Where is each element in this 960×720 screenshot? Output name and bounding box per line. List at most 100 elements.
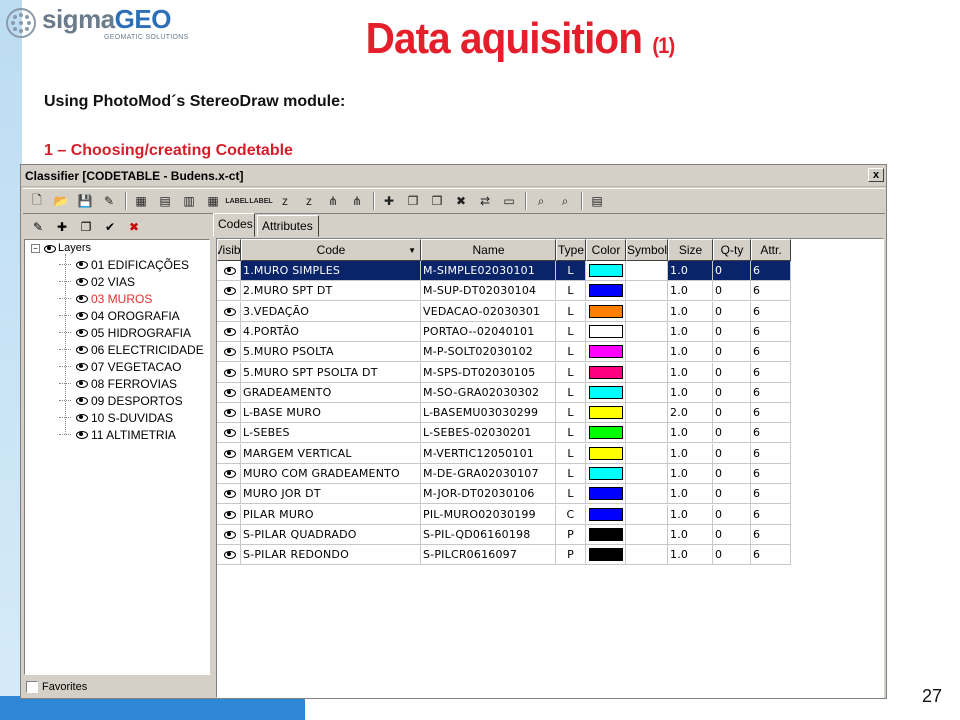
table-cell-code[interactable]: MURO COM GRADEAMENTO bbox=[241, 464, 421, 484]
color-swatch[interactable] bbox=[588, 365, 623, 379]
table-cell-symbol[interactable] bbox=[626, 484, 668, 505]
eye-icon[interactable] bbox=[223, 286, 236, 296]
table-cell-symbol[interactable] bbox=[626, 524, 668, 545]
close-button[interactable]: x bbox=[868, 168, 884, 182]
table-cell-qty[interactable]: 0 bbox=[713, 443, 751, 464]
table-cell-type[interactable]: P bbox=[556, 545, 586, 566]
table-cell-attr[interactable]: 6 bbox=[751, 342, 791, 363]
table-cell-size[interactable]: 1.0 bbox=[668, 443, 713, 464]
table-cell-size[interactable]: 1.0 bbox=[668, 504, 713, 525]
table-cell-visibility[interactable] bbox=[217, 403, 241, 424]
label-alt-icon[interactable]: LABEL bbox=[249, 191, 272, 211]
table-cell-visibility[interactable] bbox=[217, 301, 241, 322]
table-cell-symbol[interactable] bbox=[626, 321, 668, 342]
color-swatch[interactable] bbox=[588, 446, 623, 460]
table-cell-color[interactable] bbox=[586, 342, 626, 363]
table-cell-symbol[interactable] bbox=[626, 382, 668, 403]
column-header-size[interactable]: Size bbox=[668, 239, 713, 261]
table-cell-color[interactable] bbox=[586, 382, 626, 403]
tree-icon[interactable]: ⋔ bbox=[323, 191, 343, 211]
table-cell-visibility[interactable] bbox=[217, 281, 241, 302]
table-cell-symbol[interactable] bbox=[626, 261, 668, 281]
table-cell-code[interactable]: MARGEM VERTICAL bbox=[241, 443, 421, 464]
table-cell-attr[interactable]: 6 bbox=[751, 484, 791, 505]
column-header-color[interactable]: Color bbox=[586, 239, 626, 261]
table-cell-visibility[interactable] bbox=[217, 261, 241, 281]
tree-layer-item[interactable]: 04 OROGRAFIA bbox=[59, 307, 180, 324]
table-cell-name[interactable]: L-BASEMU03030299 bbox=[421, 403, 556, 424]
table-cell-code[interactable]: S-PILAR REDONDO bbox=[241, 545, 421, 566]
color-swatch[interactable] bbox=[588, 406, 623, 420]
tree-layer-item[interactable]: 08 FERROVIAS bbox=[59, 375, 177, 392]
save-icon[interactable]: 💾 bbox=[75, 191, 95, 211]
edit-icon[interactable]: ✎ bbox=[99, 191, 119, 211]
eye-icon[interactable] bbox=[223, 469, 236, 478]
eye-icon[interactable] bbox=[75, 260, 88, 269]
table-cell-type[interactable]: L bbox=[556, 362, 586, 383]
table-cell-visibility[interactable] bbox=[217, 362, 241, 383]
table-cell-color[interactable] bbox=[586, 545, 626, 566]
table-cell-visibility[interactable] bbox=[217, 443, 241, 464]
tree-layer-item[interactable]: 06 ELECTRICIDADE bbox=[59, 341, 204, 358]
tree-alt-icon[interactable]: ⋔ bbox=[347, 191, 367, 211]
layer-delete-icon[interactable]: ✖ bbox=[123, 217, 145, 237]
table-cell-color[interactable] bbox=[586, 321, 626, 342]
table-cell-type[interactable]: L bbox=[556, 484, 586, 505]
tree-layer-item[interactable]: 03 MUROS bbox=[59, 290, 152, 307]
table-cell-qty[interactable]: 0 bbox=[713, 281, 751, 302]
table-cell-attr[interactable]: 6 bbox=[751, 261, 791, 281]
tab-attributes[interactable]: Attributes bbox=[257, 215, 319, 237]
table-cell-type[interactable]: C bbox=[556, 504, 586, 525]
table-cell-qty[interactable]: 0 bbox=[713, 464, 751, 484]
view-icon[interactable]: ▭ bbox=[499, 191, 519, 211]
table-cell-color[interactable] bbox=[586, 423, 626, 444]
tree-layer-item[interactable]: 07 VEGETACAO bbox=[59, 358, 181, 375]
eye-icon[interactable] bbox=[223, 266, 236, 275]
table-cell-type[interactable]: L bbox=[556, 301, 586, 322]
favorites-checkbox[interactable] bbox=[26, 681, 38, 693]
table-cell-name[interactable]: M-P-SOLT02030102 bbox=[421, 342, 556, 363]
color-swatch[interactable] bbox=[588, 548, 623, 562]
table-cell-type[interactable]: L bbox=[556, 423, 586, 444]
table-cell-name[interactable]: M-VERTIC12050101 bbox=[421, 443, 556, 464]
table-cell-qty[interactable]: 0 bbox=[713, 524, 751, 545]
table-cell-size[interactable]: 1.0 bbox=[668, 382, 713, 403]
table-cell-type[interactable]: L bbox=[556, 321, 586, 342]
eye-icon[interactable] bbox=[223, 327, 236, 336]
table-cell-name[interactable]: VEDACAO-02030301 bbox=[421, 301, 556, 322]
find-next-icon[interactable]: ⌕ bbox=[555, 191, 575, 211]
table-cell-attr[interactable]: 6 bbox=[751, 504, 791, 525]
table-cell-attr[interactable]: 6 bbox=[751, 321, 791, 342]
table-cell-size[interactable]: 2.0 bbox=[668, 403, 713, 424]
new-file-icon[interactable]: 🗋 bbox=[27, 191, 47, 211]
table-cell-code[interactable]: L-SEBES bbox=[241, 423, 421, 444]
table-cell-type[interactable]: L bbox=[556, 382, 586, 403]
table-cell-symbol[interactable] bbox=[626, 281, 668, 302]
table-cell-symbol[interactable] bbox=[626, 301, 668, 322]
table-cell-type[interactable]: L bbox=[556, 403, 586, 424]
tree-layer-item[interactable]: 11 ALTIMETRIA bbox=[59, 426, 176, 443]
layers-copy-icon[interactable]: ❐ bbox=[403, 191, 423, 211]
label-icon[interactable]: LABEL bbox=[225, 191, 248, 211]
table-cell-qty[interactable]: 0 bbox=[713, 403, 751, 424]
color-swatch[interactable] bbox=[588, 487, 623, 501]
table-cell-qty[interactable]: 0 bbox=[713, 362, 751, 383]
table-cell-color[interactable] bbox=[586, 403, 626, 424]
table-cell-attr[interactable]: 6 bbox=[751, 403, 791, 424]
find-icon[interactable]: ⌕ bbox=[531, 191, 551, 211]
column-header-attr[interactable]: Attr. bbox=[751, 239, 791, 261]
table-cell-visibility[interactable] bbox=[217, 504, 241, 525]
tree-layer-item[interactable]: 10 S-DUVIDAS bbox=[59, 409, 173, 426]
table-cell-symbol[interactable] bbox=[626, 423, 668, 444]
table-cell-type[interactable]: L bbox=[556, 443, 586, 464]
table-cell-visibility[interactable] bbox=[217, 382, 241, 403]
column-header-name[interactable]: Name bbox=[421, 239, 556, 261]
table-cell-name[interactable]: PORTAO--02040101 bbox=[421, 321, 556, 342]
table-cell-type[interactable]: L bbox=[556, 261, 586, 281]
sort-za-icon[interactable]: z bbox=[299, 191, 319, 211]
color-swatch[interactable] bbox=[588, 467, 623, 480]
table-cell-code[interactable]: L-BASE MURO bbox=[241, 403, 421, 424]
table-cell-name[interactable]: M-SIMPLE02030101 bbox=[421, 261, 556, 281]
table-cell-name[interactable]: PIL-MURO02030199 bbox=[421, 504, 556, 525]
table-cell-size[interactable]: 1.0 bbox=[668, 321, 713, 342]
